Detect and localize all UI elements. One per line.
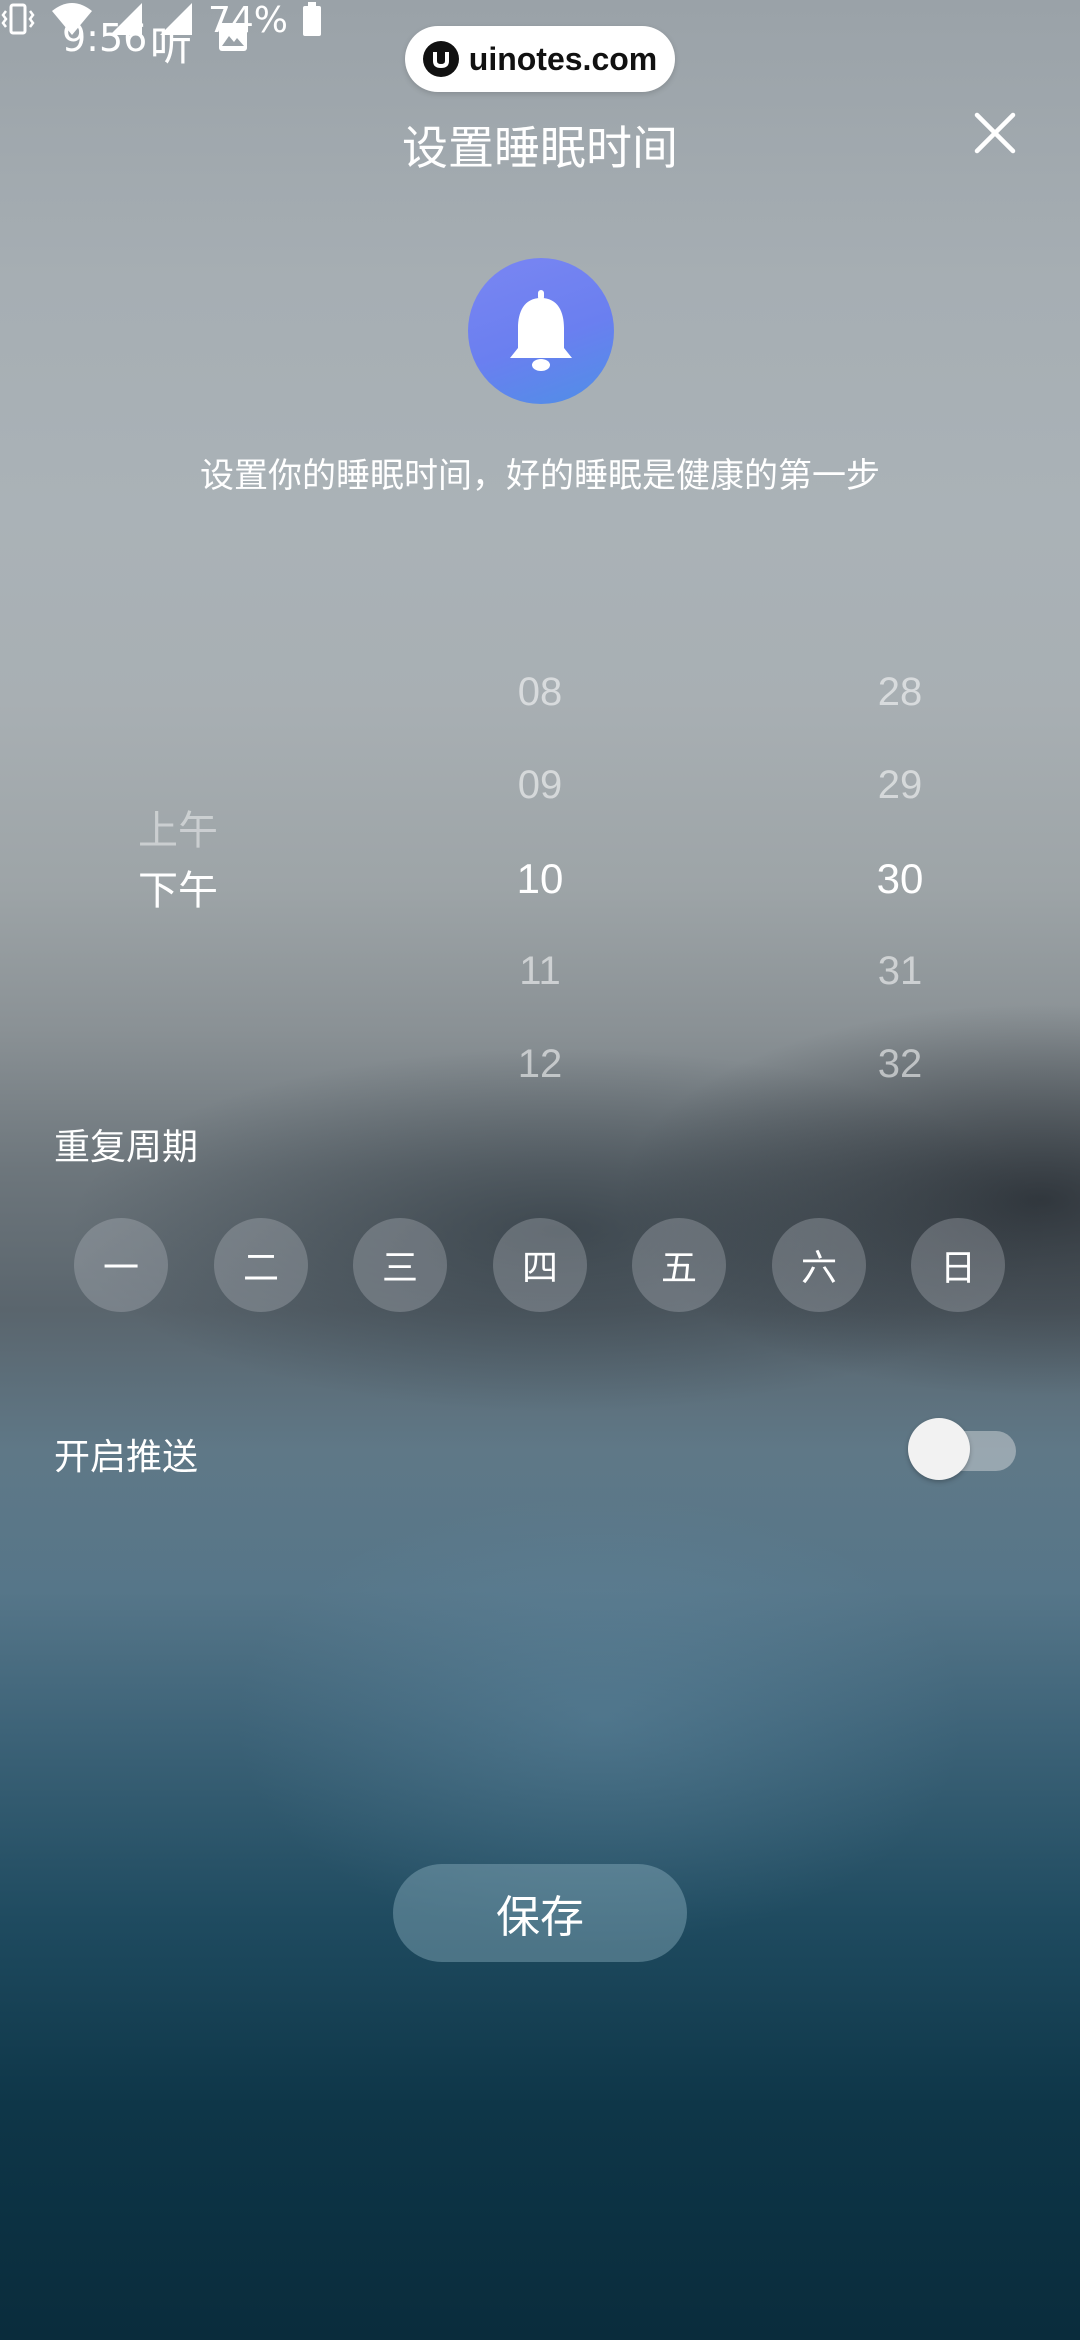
day-chip-mon[interactable]: 一 xyxy=(74,1218,168,1312)
uinotes-logo-icon xyxy=(422,41,459,77)
hour-option[interactable]: 12 xyxy=(480,1018,600,1111)
minute-option[interactable]: 28 xyxy=(840,646,960,739)
watermark-badge: uinotes.com xyxy=(405,26,675,92)
watermark-text: uinotes.com xyxy=(468,40,658,77)
push-label: 开启推送 xyxy=(54,1437,199,1478)
hour-option[interactable]: 11 xyxy=(480,925,600,1018)
day-chip-sun[interactable]: 日 xyxy=(911,1218,1005,1312)
bell-badge xyxy=(468,258,614,404)
day-chip-thu[interactable]: 四 xyxy=(493,1218,587,1312)
minute-option[interactable]: 31 xyxy=(840,925,960,1018)
minute-option[interactable]: 29 xyxy=(840,739,960,832)
day-chip-fri[interactable]: 五 xyxy=(632,1218,726,1312)
close-icon xyxy=(974,112,1016,154)
battery-icon xyxy=(302,1,322,41)
push-toggle[interactable] xyxy=(906,1418,1018,1480)
image-icon xyxy=(218,22,248,52)
minute-option-selected[interactable]: 30 xyxy=(840,832,960,925)
day-chip-tue[interactable]: 二 xyxy=(214,1218,308,1312)
ampm-option-pm[interactable]: 下午 xyxy=(138,858,218,916)
repeat-label: 重复周期 xyxy=(54,1127,199,1168)
day-chip-sat[interactable]: 六 xyxy=(772,1218,866,1312)
ampm-option-am[interactable]: 上午 xyxy=(138,798,218,856)
close-button[interactable] xyxy=(965,103,1025,163)
bell-icon xyxy=(510,290,572,371)
subtitle: 设置你的睡眠时间，好的睡眠是健康的第一步 xyxy=(200,456,880,496)
status-time: 9:56 xyxy=(62,16,148,60)
hour-option[interactable]: 08 xyxy=(480,646,600,739)
repeat-days: 一 二 三 四 五 六 日 xyxy=(74,1218,1006,1314)
hour-option[interactable]: 09 xyxy=(480,739,600,832)
minute-picker[interactable]: 28 29 30 31 32 xyxy=(840,646,960,1111)
save-button[interactable]: 保存 xyxy=(393,1864,687,1962)
hour-option-selected[interactable]: 10 xyxy=(480,832,600,925)
vibrate-icon xyxy=(0,1,36,41)
minute-option[interactable]: 32 xyxy=(840,1018,960,1111)
page-title: 设置睡眠时间 xyxy=(402,121,678,175)
day-chip-wed[interactable]: 三 xyxy=(353,1218,447,1312)
toggle-knob xyxy=(908,1418,970,1480)
status-ting-icon: 听 xyxy=(150,21,193,70)
hour-picker[interactable]: 08 09 10 11 12 xyxy=(480,646,600,1111)
